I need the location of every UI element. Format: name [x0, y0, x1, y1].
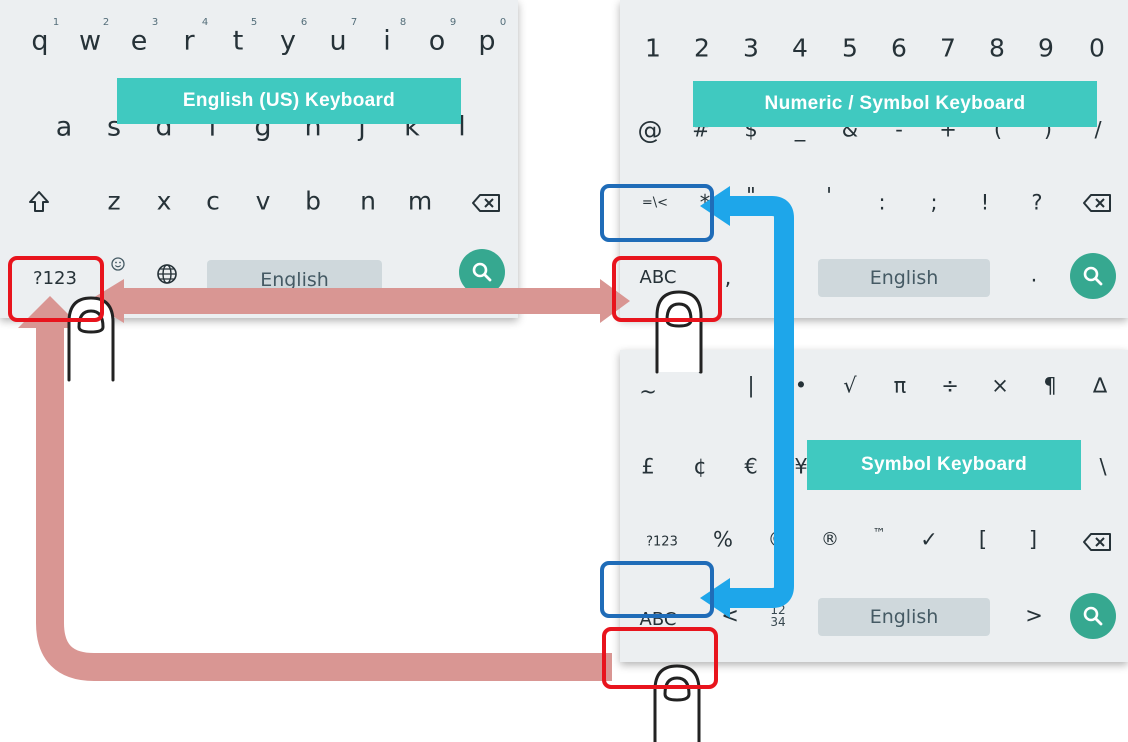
highlight-more-symbols-key — [600, 184, 714, 242]
navigation-arrows — [18, 186, 794, 742]
highlight-symbol-abc-key — [602, 627, 718, 689]
highlight-numeric-abc-key — [612, 256, 722, 322]
switch-arrow — [88, 279, 630, 323]
highlight-symbol-abc-key-blue — [600, 561, 714, 618]
highlight-english-switch-key — [8, 256, 104, 322]
symbol-toggle-arrow — [700, 186, 794, 618]
